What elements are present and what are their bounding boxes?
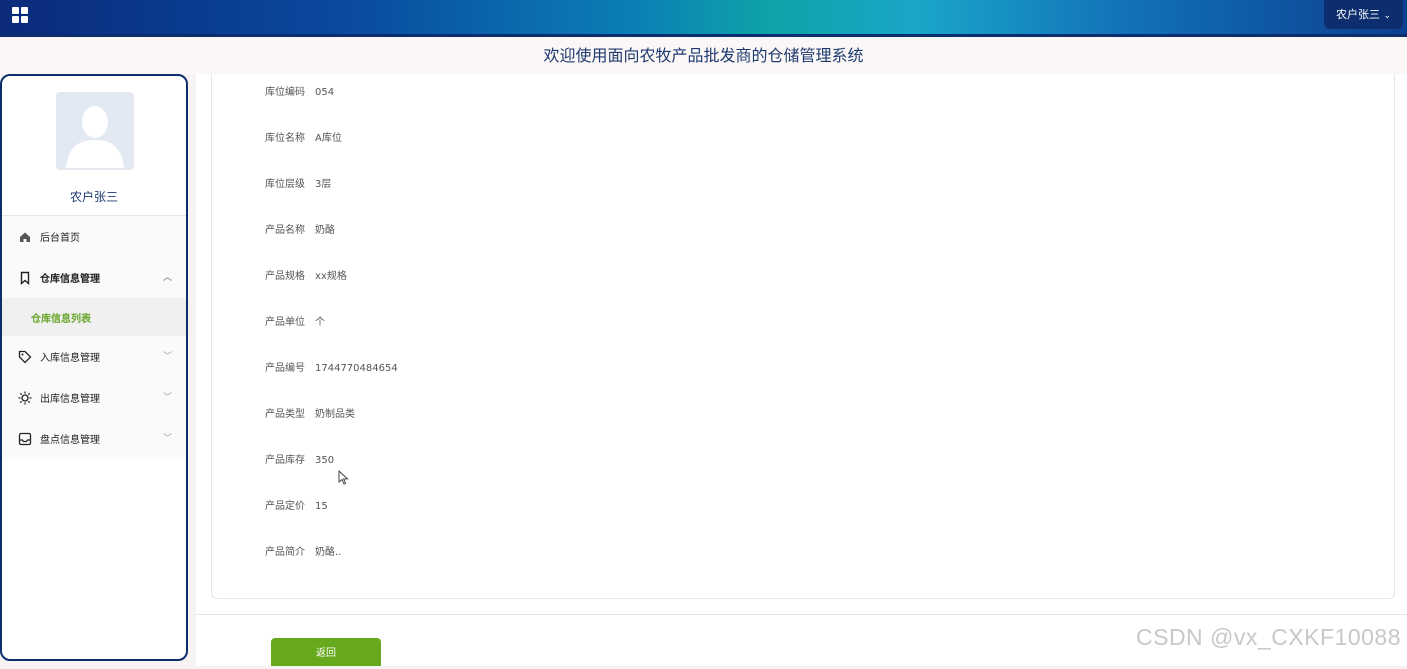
- field-label: 库位层级: [265, 179, 305, 190]
- watermark: CSDN @vx_CXKF10088: [1136, 624, 1401, 650]
- sidebar-item-outbound[interactable]: 出库信息管理 ﹀: [2, 377, 186, 418]
- sidebar-item-label: 出库信息管理: [40, 394, 100, 405]
- field-label: 产品编号: [265, 363, 305, 374]
- field-value: 个: [315, 317, 325, 328]
- top-bar: 农户张三 ⌄: [0, 0, 1407, 37]
- sidebar-item-label: 仓库信息管理: [40, 274, 100, 285]
- detail-row: 产品库存 350: [265, 454, 334, 468]
- system-title: 欢迎使用面向农牧产品批发商的仓储管理系统: [0, 37, 1407, 74]
- chevron-down-icon: ﹀: [162, 434, 172, 444]
- tag-icon: [18, 350, 32, 363]
- sidebar-subitem-warehouse-list[interactable]: 仓库信息列表: [2, 298, 186, 336]
- field-value: 奶制品类: [315, 409, 355, 420]
- field-label: 产品定价: [265, 501, 305, 512]
- field-value: 3层: [315, 179, 332, 190]
- detail-card: 库位编码 054 库位名称 A库位 库位层级 3层 产品名称 奶酪 产品规格 xx规格 产…: [211, 74, 1395, 599]
- detail-row: 产品规格 xx规格: [265, 270, 347, 284]
- detail-row: 库位编码 054: [265, 86, 334, 100]
- user-menu-button[interactable]: 农户张三 ⌄: [1324, 0, 1403, 29]
- field-value: 奶酪: [315, 225, 335, 236]
- field-label: 产品类型: [265, 409, 305, 420]
- sidebar-item-inventory-check[interactable]: 盘点信息管理 ﹀: [2, 418, 186, 459]
- sun-icon: [18, 391, 32, 404]
- field-value: xx规格: [315, 271, 347, 282]
- avatar: [56, 92, 134, 170]
- detail-row: 库位层级 3层: [265, 178, 331, 192]
- chevron-down-icon: ﹀: [162, 393, 172, 403]
- detail-row: 产品定价 15: [265, 500, 328, 514]
- chevron-up-icon: ︿: [162, 273, 172, 283]
- inbox-icon: [18, 432, 32, 445]
- field-label: 产品单位: [265, 317, 305, 328]
- sidebar-item-label: 盘点信息管理: [40, 435, 100, 446]
- sidebar-item-inbound[interactable]: 入库信息管理 ﹀: [2, 336, 186, 377]
- field-label: 产品简介: [265, 547, 305, 558]
- sidebar-item-home[interactable]: 后台首页: [2, 216, 186, 257]
- chevron-down-icon: ﹀: [162, 352, 172, 362]
- field-value: 054: [315, 87, 335, 98]
- field-label: 库位编码: [265, 87, 305, 98]
- user-menu-label: 农户张三: [1335, 8, 1380, 21]
- user-avatar-icon: [58, 94, 132, 168]
- divider: [196, 614, 1407, 615]
- detail-row: 产品单位个: [265, 316, 325, 330]
- sidebar-nav: 后台首页 仓库信息管理 ︿ 仓库信息列表 入库信息管理 ﹀ 出库信息管理 ﹀ 盘…: [2, 216, 186, 459]
- sidebar-item-label: 后台首页: [40, 233, 80, 244]
- bookmark-icon: [20, 271, 30, 285]
- chevron-down-icon: ⌄: [1383, 11, 1392, 21]
- field-value: 奶酪..: [315, 547, 342, 558]
- detail-row: 库位名称 A库位: [265, 132, 342, 146]
- field-label: 库位名称: [265, 133, 305, 144]
- field-value: 15: [315, 501, 328, 512]
- field-label: 产品库存: [265, 455, 305, 466]
- home-icon: [20, 232, 30, 242]
- main-content: 库位编码 054 库位名称 A库位 库位层级 3层 产品名称 奶酪 产品规格 xx规格 产…: [196, 74, 1407, 666]
- sidebar-item-warehouse[interactable]: 仓库信息管理 ︿: [2, 257, 186, 298]
- sidebar-item-label: 入库信息管理: [40, 353, 100, 364]
- field-label: 产品规格: [265, 271, 305, 282]
- field-label: 产品名称: [265, 225, 305, 236]
- detail-row: 产品简介 奶酪..: [265, 546, 341, 560]
- detail-row: 产品名称 奶酪: [265, 224, 335, 238]
- sidebar: 农户张三 后台首页 仓库信息管理 ︿ 仓库信息列表 入库信息管理 ﹀ 出库信息管…: [0, 74, 188, 661]
- field-value: 350: [315, 455, 335, 466]
- mouse-cursor-icon: [338, 470, 349, 485]
- back-button[interactable]: 返回: [271, 638, 381, 666]
- grid-menu-icon[interactable]: [12, 7, 28, 23]
- sidebar-username: 农户张三: [69, 190, 118, 204]
- detail-row: 产品编号 1744770484654: [265, 362, 398, 376]
- field-value: 1744770484654: [315, 363, 398, 374]
- field-value: A库位: [315, 133, 342, 144]
- detail-row: 产品类型 奶制品类: [265, 408, 355, 422]
